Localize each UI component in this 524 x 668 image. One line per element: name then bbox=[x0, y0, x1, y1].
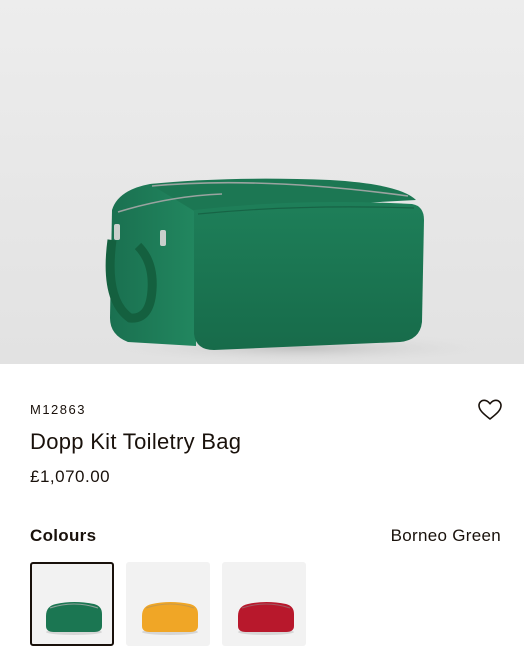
bag-thumbnail bbox=[46, 602, 102, 635]
colours-label: Colours bbox=[30, 526, 97, 545]
product-image[interactable] bbox=[0, 0, 524, 364]
heart-icon bbox=[478, 399, 502, 420]
product-sku: M12863 bbox=[30, 402, 86, 417]
product-price: £1,070.00 bbox=[30, 467, 111, 486]
product-title: Dopp Kit Toiletry Bag bbox=[30, 429, 242, 454]
colour-swatch-green[interactable] bbox=[30, 562, 114, 646]
selected-colour-name: Borneo Green bbox=[390, 526, 501, 545]
bag-thumbnail bbox=[238, 602, 294, 635]
bag-image bbox=[95, 178, 505, 364]
bag-thumbnail bbox=[142, 602, 198, 635]
colour-swatch-red[interactable] bbox=[222, 562, 306, 646]
wishlist-button[interactable] bbox=[477, 398, 503, 422]
colour-swatch-orange[interactable] bbox=[126, 562, 210, 646]
